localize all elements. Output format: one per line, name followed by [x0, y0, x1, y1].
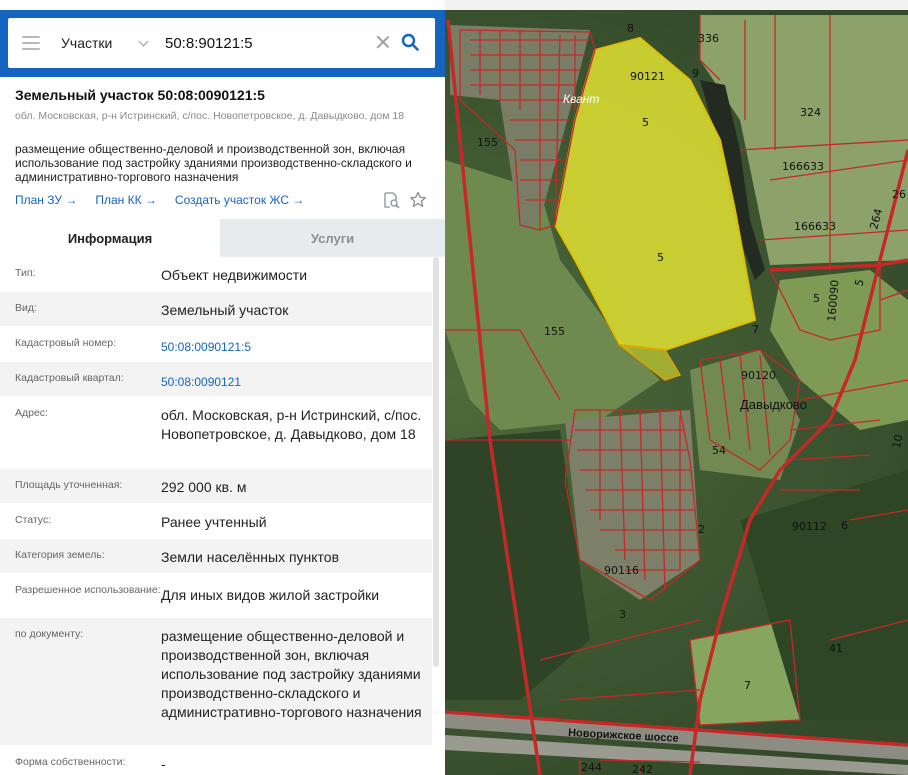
object-links: План ЗУ → План КК → Создать участок ЖС → [15, 193, 304, 207]
menu-icon[interactable] [22, 36, 40, 50]
info-panel: Участки Земельный участок 50:08:0090121:… [0, 0, 445, 775]
map-label: 90121 [630, 70, 665, 83]
map-label: 10 [890, 433, 905, 449]
map-label: 6 [841, 519, 848, 532]
map-label: 26 [892, 188, 906, 201]
search-type-select[interactable]: Участки [61, 35, 139, 51]
detail-label: Тип: [15, 267, 36, 279]
detail-label: Площадь уточненная: [15, 479, 123, 491]
map-label: 90120 [741, 369, 776, 382]
plan-zu-link[interactable]: План ЗУ → [15, 193, 77, 207]
plan-kk-link[interactable]: План КК → [95, 193, 157, 207]
map-label: 54 [712, 444, 726, 457]
detail-row: по документу: размещение общественно-дел… [0, 618, 432, 746]
detail-value: Объект недвижимости [161, 267, 308, 283]
map-label: 41 [829, 642, 843, 655]
detail-row: Разрешенное использование: Для иных видо… [0, 574, 432, 618]
detail-value: обл. Московская, р-н Истринский, с/пос. … [161, 407, 422, 442]
cadastral-number-link[interactable]: 50:08:0090121:5 [161, 327, 426, 361]
detail-row: Кадастровый номер: 50:08:0090121:5 [0, 327, 432, 362]
scrollbar[interactable] [433, 257, 439, 667]
detail-value: - [161, 756, 166, 772]
map-label: 7 [744, 679, 751, 692]
map-label: 5 [642, 116, 649, 129]
search-input[interactable] [165, 34, 365, 52]
detail-value: размещение общественно-деловой и произво… [161, 628, 422, 720]
detail-row: Адрес: обл. Московская, р-н Истринский, … [0, 397, 432, 469]
map-label: 244 [581, 761, 602, 774]
detail-value: Ранее учтенный [161, 514, 267, 530]
detail-label: Статус: [15, 514, 52, 526]
chevron-down-icon[interactable] [139, 38, 149, 48]
map-label: 90116 [604, 564, 639, 577]
search-icon[interactable] [401, 33, 419, 51]
map-label: 2 [698, 523, 705, 536]
map-label: 90112 [792, 520, 827, 533]
detail-label: Разрешенное использование: [15, 584, 161, 596]
search-box: Участки [8, 18, 435, 68]
document-search-icon[interactable] [382, 191, 400, 209]
detail-row: Вид: Земельный участок [0, 292, 432, 327]
close-icon[interactable] [375, 34, 391, 50]
detail-value: Земельный участок [161, 302, 289, 318]
search-bar: Участки [0, 10, 445, 77]
object-description: размещение общественно-деловой и произво… [15, 142, 412, 184]
detail-value: 292 000 кв. м [161, 479, 247, 495]
detail-label: Кадастровый номер: [15, 337, 117, 349]
create-zhs-link[interactable]: Создать участок ЖС → [175, 193, 304, 207]
map-label: 324 [800, 106, 821, 119]
detail-row: Площадь уточненная: 292 000 кв. м [0, 469, 432, 504]
star-icon[interactable] [409, 191, 427, 209]
map-label: 336 [698, 32, 719, 45]
detail-label: Форма собственности: [15, 756, 126, 768]
map-label: 155 [477, 136, 498, 149]
map-label: 9 [692, 67, 699, 80]
object-address: обл. Московская, р-н Истринский, с/пос. … [15, 110, 405, 122]
map-label: 155 [544, 325, 565, 338]
detail-label: Кадастровый квартал: [15, 372, 124, 384]
map-label: 5 [657, 251, 664, 264]
tab-bar: Информация Услуги [0, 219, 445, 257]
map-label: 3 [619, 608, 626, 621]
details-table: Тип: Объект недвижимости Вид: Земельный … [0, 257, 432, 775]
map-label-davydkovo: Давыдково [740, 397, 807, 412]
object-title: Земельный участок 50:08:0090121:5 [15, 87, 265, 103]
detail-label: Вид: [15, 302, 37, 314]
map-label-kvant: Квант [563, 92, 599, 106]
map-label: 242 [632, 763, 653, 775]
detail-label: Категория земель: [15, 549, 105, 561]
detail-row: Тип: Объект недвижимости [0, 257, 432, 292]
detail-value: Земли населённых пунктов [161, 549, 340, 565]
map-label: 7 [752, 323, 759, 336]
detail-label: Адрес: [15, 407, 48, 419]
detail-value: Для иных видов жилой застройки [161, 587, 380, 603]
cadastral-quarter-link[interactable]: 50:08:0090121 [161, 362, 426, 396]
map-label: 166633 [794, 220, 836, 233]
map-label: 5 [813, 292, 820, 305]
map-label: 8 [627, 22, 634, 35]
tab-information[interactable]: Информация [0, 219, 220, 257]
map-label: 166633 [782, 160, 824, 173]
detail-row: Форма собственности: - [0, 746, 432, 775]
detail-label: по документу: [15, 628, 84, 640]
tab-services[interactable]: Услуги [220, 219, 445, 257]
detail-row: Кадастровый квартал: 50:08:0090121 [0, 362, 432, 397]
detail-row: Категория земель: Земли населённых пункт… [0, 539, 432, 574]
detail-row: Статус: Ранее учтенный [0, 504, 432, 539]
